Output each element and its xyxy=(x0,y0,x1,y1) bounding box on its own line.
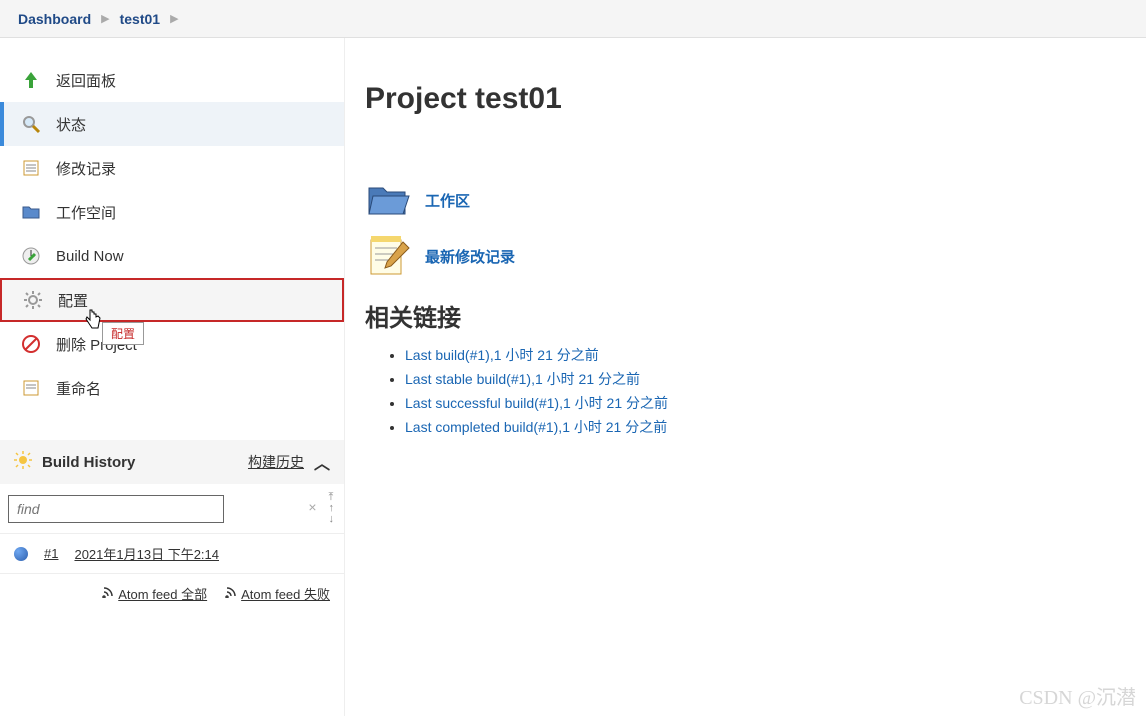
related-link[interactable]: Last build(#1),1 小时 21 分之前 xyxy=(405,347,599,363)
sidebar-item-label: 修改记录 xyxy=(56,158,116,179)
main-content: Project test01 工作区 最新修改记录 相关链接 Last buil… xyxy=(345,38,1146,716)
sidebar-item-changes[interactable]: 修改记录 xyxy=(0,146,344,190)
sidebar-item-workspace[interactable]: 工作空间 xyxy=(0,190,344,234)
clock-icon xyxy=(20,245,42,267)
sidebar-item-build-now[interactable]: Build Now xyxy=(0,234,344,278)
gear-icon xyxy=(22,289,44,311)
related-link[interactable]: Last successful build(#1),1 小时 21 分之前 xyxy=(405,395,668,411)
breadcrumb-item[interactable]: test01 xyxy=(120,11,160,27)
folder-icon xyxy=(20,201,42,223)
history-title: Build History xyxy=(42,454,135,471)
build-id-link[interactable]: #1 xyxy=(44,546,58,561)
feed-fail-link[interactable]: Atom feed 失败 xyxy=(225,584,330,603)
cursor-hand-icon xyxy=(84,308,102,334)
breadcrumb-root[interactable]: Dashboard xyxy=(18,11,91,27)
sidebar-item-label: 返回面板 xyxy=(56,70,116,91)
find-input[interactable] xyxy=(8,495,224,523)
tooltip: 配置 xyxy=(102,322,144,345)
sun-icon xyxy=(14,451,32,473)
sidebar-item-label: 重命名 xyxy=(56,378,101,399)
build-date-link[interactable]: 2021年1月13日 下午2:14 xyxy=(74,544,219,563)
sidebar-item-back[interactable]: 返回面板 xyxy=(0,58,344,102)
sidebar: 返回面板 状态 修改记录 工作空间 xyxy=(0,38,345,716)
rss-icon xyxy=(225,586,237,601)
build-row[interactable]: #1 2021年1月13日 下午2:14 xyxy=(0,533,344,573)
sidebar-item-configure[interactable]: 配置 配置 xyxy=(0,278,344,322)
changes-link[interactable]: 最新修改记录 xyxy=(425,246,515,267)
chevron-up-icon[interactable]: ︿ xyxy=(314,450,330,474)
page-title: Project test01 xyxy=(365,82,1126,116)
feed-all-link[interactable]: Atom feed 全部 xyxy=(102,584,207,603)
workspace-link[interactable]: 工作区 xyxy=(425,190,470,211)
sidebar-item-delete[interactable]: 删除 Project xyxy=(0,322,344,366)
related-links-list: Last build(#1),1 小时 21 分之前 Last stable b… xyxy=(365,345,1126,437)
trend-link[interactable]: 构建历史 xyxy=(248,452,304,472)
sidebar-item-label: Build Now xyxy=(56,248,124,265)
folder-open-icon xyxy=(365,176,413,224)
build-history-panel: Build History 构建历史 ︿ × ⤒↑↓ #1 202 xyxy=(0,440,344,613)
sidebar-item-label: 工作空间 xyxy=(56,202,116,223)
list-item: Last successful build(#1),1 小时 21 分之前 xyxy=(405,393,1126,413)
related-link[interactable]: Last completed build(#1),1 小时 21 分之前 xyxy=(405,419,667,435)
sidebar-item-label: 状态 xyxy=(56,114,86,135)
list-item: Last completed build(#1),1 小时 21 分之前 xyxy=(405,417,1126,437)
chevron-right-icon: ▶ xyxy=(101,12,109,25)
sidebar-item-status[interactable]: 状态 xyxy=(0,102,344,146)
arrow-up-icon xyxy=(20,69,42,91)
notepad-pencil-icon xyxy=(365,232,413,280)
sidebar-item-rename[interactable]: 重命名 xyxy=(0,366,344,410)
related-link[interactable]: Last stable build(#1),1 小时 21 分之前 xyxy=(405,371,640,387)
status-ball-icon xyxy=(14,547,28,561)
related-heading: 相关链接 xyxy=(365,298,1126,333)
notepad-icon xyxy=(20,157,42,179)
list-item: Last stable build(#1),1 小时 21 分之前 xyxy=(405,369,1126,389)
clear-icon[interactable]: × xyxy=(308,499,316,515)
chevron-right-icon: ▶ xyxy=(170,12,178,25)
list-item: Last build(#1),1 小时 21 分之前 xyxy=(405,345,1126,365)
sort-arrows[interactable]: ⤒↑↓ xyxy=(329,492,341,525)
magnifier-icon xyxy=(20,113,42,135)
notepad-icon xyxy=(20,377,42,399)
breadcrumb: Dashboard ▶ test01 ▶ xyxy=(0,0,1146,38)
rss-icon xyxy=(102,586,114,601)
no-entry-icon xyxy=(20,333,42,355)
